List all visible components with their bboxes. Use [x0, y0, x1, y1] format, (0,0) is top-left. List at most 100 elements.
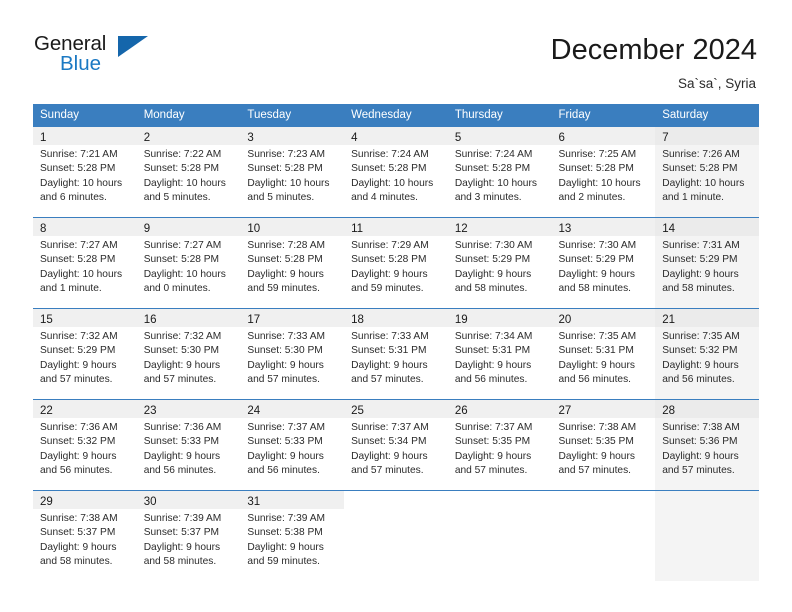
- calendar-day-cell[interactable]: 3 Sunrise: 7:23 AM Sunset: 5:28 PM Daylight…: [240, 127, 345, 218]
- calendar-cell-empty: [447, 490, 552, 581]
- day-number: 17: [247, 314, 261, 326]
- calendar-day-cell[interactable]: 29 Sunrise: 7:38 AM Sunset: 5:37 PM Dayligh…: [33, 490, 137, 581]
- calendar-day-cell[interactable]: 10 Sunrise: 7:28 AM Sunset: 5:28 PM Dayligh…: [240, 217, 345, 309]
- calendar-day-cell[interactable]: 30 Sunrise: 7:39 AM Sunset: 5:37 PM Dayligh…: [136, 490, 241, 581]
- daylight-duration-line1: Daylight: 9 hours: [662, 450, 739, 462]
- calendar-day-cell[interactable]: 25 Sunrise: 7:37 AM Sunset: 5:34 PM Dayligh…: [344, 399, 448, 491]
- day-number: 7: [662, 132, 669, 144]
- day-number: 24: [247, 405, 261, 417]
- sunrise-time: Sunrise: 7:36 AM: [40, 422, 118, 433]
- day-details: Sunrise: 7:39 AM Sunset: 5:37 PM Daylight:…: [137, 509, 241, 569]
- day-number-band: 11: [344, 218, 448, 236]
- day-number-band: 23: [136, 400, 241, 418]
- day-number-band: 12: [447, 218, 552, 236]
- calendar-week-row: 15 Sunrise: 7:32 AM Sunset: 5:29 PM Dayligh…: [33, 308, 759, 400]
- calendar-day-cell[interactable]: 9 Sunrise: 7:27 AM Sunset: 5:28 PM Daylight…: [136, 217, 241, 309]
- sunrise-time: Sunrise: 7:31 AM: [662, 240, 740, 251]
- calendar-day-cell[interactable]: 27 Sunrise: 7:38 AM Sunset: 5:35 PM Dayligh…: [551, 399, 656, 491]
- sunset-time: Sunset: 5:28 PM: [558, 163, 634, 175]
- day-details: Sunrise: 7:27 AM Sunset: 5:28 PM Daylight:…: [33, 236, 137, 296]
- day-number-band: 21: [655, 309, 759, 327]
- calendar-day-cell[interactable]: 22 Sunrise: 7:36 AM Sunset: 5:32 PM Dayligh…: [33, 399, 137, 491]
- daylight-duration-line2: and 58 minutes.: [454, 282, 528, 294]
- day-number-band: 28: [655, 400, 759, 418]
- day-number-band: 30: [136, 491, 241, 509]
- sunset-time: Sunset: 5:29 PM: [558, 254, 634, 266]
- day-number: 14: [662, 223, 676, 235]
- daylight-duration-line1: Daylight: 9 hours: [454, 450, 532, 462]
- daylight-duration-line1: Daylight: 10 hours: [40, 177, 123, 189]
- day-number-band: 25: [344, 400, 448, 418]
- daylight-duration-line1: Daylight: 9 hours: [247, 450, 324, 462]
- sunset-time: Sunset: 5:28 PM: [247, 163, 323, 175]
- day-details: Sunrise: 7:35 AM Sunset: 5:31 PM Daylight:…: [552, 327, 656, 387]
- calendar-day-cell[interactable]: 6 Sunrise: 7:25 AM Sunset: 5:28 PM Daylight…: [551, 127, 656, 218]
- day-number: 16: [143, 314, 157, 326]
- calendar-day-cell[interactable]: 23 Sunrise: 7:36 AM Sunset: 5:33 PM Dayligh…: [136, 399, 241, 491]
- sunrise-time: Sunrise: 7:25 AM: [558, 149, 637, 160]
- calendar-day-cell[interactable]: 13 Sunrise: 7:30 AM Sunset: 5:29 PM Dayligh…: [551, 217, 656, 309]
- day-number: 9: [143, 223, 151, 235]
- calendar-day-cell[interactable]: 12 Sunrise: 7:30 AM Sunset: 5:29 PM Dayligh…: [447, 217, 552, 309]
- daylight-duration-line1: Daylight: 10 hours: [558, 177, 641, 189]
- calendar-day-cell[interactable]: 11 Sunrise: 7:29 AM Sunset: 5:28 PM Dayligh…: [344, 217, 448, 309]
- sunset-time: Sunset: 5:28 PM: [662, 163, 738, 175]
- calendar-day-cell[interactable]: 21 Sunrise: 7:35 AM Sunset: 5:32 PM Dayligh…: [655, 308, 759, 400]
- day-details: Sunrise: 7:35 AM Sunset: 5:32 PM Daylight:…: [655, 327, 759, 387]
- daylight-duration-line2: and 6 minutes.: [40, 191, 107, 203]
- calendar-day-cell[interactable]: 18 Sunrise: 7:33 AM Sunset: 5:31 PM Dayligh…: [344, 308, 448, 400]
- calendar-day-cell[interactable]: 14 Sunrise: 7:31 AM Sunset: 5:29 PM Dayligh…: [655, 217, 759, 309]
- logo-text-blue: Blue: [60, 52, 102, 75]
- daylight-duration-line2: and 56 minutes.: [558, 373, 632, 385]
- day-number: 20: [558, 314, 572, 326]
- day-details: Sunrise: 7:36 AM Sunset: 5:32 PM Daylight:…: [33, 418, 137, 478]
- calendar-day-cell[interactable]: 17 Sunrise: 7:33 AM Sunset: 5:30 PM Dayligh…: [240, 308, 345, 400]
- sunrise-time: Sunrise: 7:37 AM: [247, 422, 325, 433]
- calendar-day-cell[interactable]: 1 Sunrise: 7:21 AM Sunset: 5:28 PM Daylight…: [33, 127, 137, 218]
- calendar-day-cell[interactable]: 28 Sunrise: 7:38 AM Sunset: 5:36 PM Dayligh…: [655, 399, 759, 491]
- daylight-duration-line1: Daylight: 9 hours: [351, 450, 428, 462]
- daylight-duration-line2: and 57 minutes.: [351, 464, 424, 476]
- calendar-day-cell[interactable]: 2 Sunrise: 7:22 AM Sunset: 5:28 PM Daylight…: [136, 127, 241, 218]
- daylight-duration-line1: Daylight: 9 hours: [247, 359, 324, 371]
- general-blue-logo[interactable]: General Blue: [34, 33, 174, 81]
- day-details: Sunrise: 7:38 AM Sunset: 5:37 PM Daylight:…: [33, 509, 137, 569]
- daylight-duration-line2: and 56 minutes.: [247, 464, 320, 476]
- daylight-duration-line1: Daylight: 10 hours: [454, 177, 537, 189]
- calendar-day-cell[interactable]: 5 Sunrise: 7:24 AM Sunset: 5:28 PM Daylight…: [447, 127, 552, 218]
- sunset-time: Sunset: 5:34 PM: [351, 436, 427, 448]
- sunrise-time: Sunrise: 7:39 AM: [143, 513, 222, 524]
- calendar-day-cell[interactable]: 19 Sunrise: 7:34 AM Sunset: 5:31 PM Dayligh…: [447, 308, 552, 400]
- calendar-day-cell[interactable]: 4 Sunrise: 7:24 AM Sunset: 5:28 PM Daylight…: [344, 127, 448, 218]
- calendar-day-cell[interactable]: 8 Sunrise: 7:27 AM Sunset: 5:28 PM Daylight…: [33, 217, 137, 309]
- daylight-duration-line2: and 57 minutes.: [143, 373, 217, 385]
- daylight-duration-line1: Daylight: 9 hours: [454, 268, 532, 280]
- sunrise-time: Sunrise: 7:37 AM: [351, 422, 429, 433]
- calendar-day-cell[interactable]: 24 Sunrise: 7:37 AM Sunset: 5:33 PM Dayligh…: [240, 399, 345, 491]
- calendar-day-cell[interactable]: 20 Sunrise: 7:35 AM Sunset: 5:31 PM Dayligh…: [551, 308, 656, 400]
- daylight-duration-line1: Daylight: 9 hours: [40, 359, 117, 371]
- calendar-week-row: 1 Sunrise: 7:21 AM Sunset: 5:28 PM Daylight…: [33, 127, 759, 218]
- calendar-day-cell[interactable]: 7 Sunrise: 7:26 AM Sunset: 5:28 PM Daylight…: [655, 127, 759, 218]
- sunset-time: Sunset: 5:36 PM: [662, 436, 738, 448]
- day-number: 8: [40, 223, 47, 235]
- sunset-time: Sunset: 5:35 PM: [558, 436, 634, 448]
- calendar-page: General Blue December 2024 Sa`sa`, Syria…: [0, 0, 792, 612]
- sunrise-time: Sunrise: 7:38 AM: [40, 513, 118, 524]
- calendar-day-cell[interactable]: 16 Sunrise: 7:32 AM Sunset: 5:30 PM Dayligh…: [136, 308, 241, 400]
- calendar-day-cell[interactable]: 31 Sunrise: 7:39 AM Sunset: 5:38 PM Dayligh…: [240, 490, 345, 581]
- logo-triangle-icon: [118, 36, 148, 57]
- calendar-day-cell[interactable]: 15 Sunrise: 7:32 AM Sunset: 5:29 PM Dayligh…: [33, 308, 137, 400]
- day-details: Sunrise: 7:21 AM Sunset: 5:28 PM Daylight:…: [33, 145, 137, 205]
- day-details: Sunrise: 7:25 AM Sunset: 5:28 PM Daylight:…: [552, 145, 656, 205]
- day-number: 10: [247, 223, 261, 235]
- day-number-band: 24: [240, 400, 345, 418]
- sunset-time: Sunset: 5:33 PM: [143, 436, 220, 448]
- day-number: 30: [143, 496, 157, 508]
- sunrise-time: Sunrise: 7:22 AM: [143, 149, 222, 160]
- daylight-duration-line1: Daylight: 9 hours: [143, 450, 221, 462]
- calendar-day-cell[interactable]: 26 Sunrise: 7:37 AM Sunset: 5:35 PM Dayligh…: [447, 399, 552, 491]
- calendar-week-row: 8 Sunrise: 7:27 AM Sunset: 5:28 PM Daylight…: [33, 217, 759, 309]
- sunrise-time: Sunrise: 7:35 AM: [558, 331, 637, 342]
- daylight-duration-line2: and 3 minutes.: [454, 191, 522, 203]
